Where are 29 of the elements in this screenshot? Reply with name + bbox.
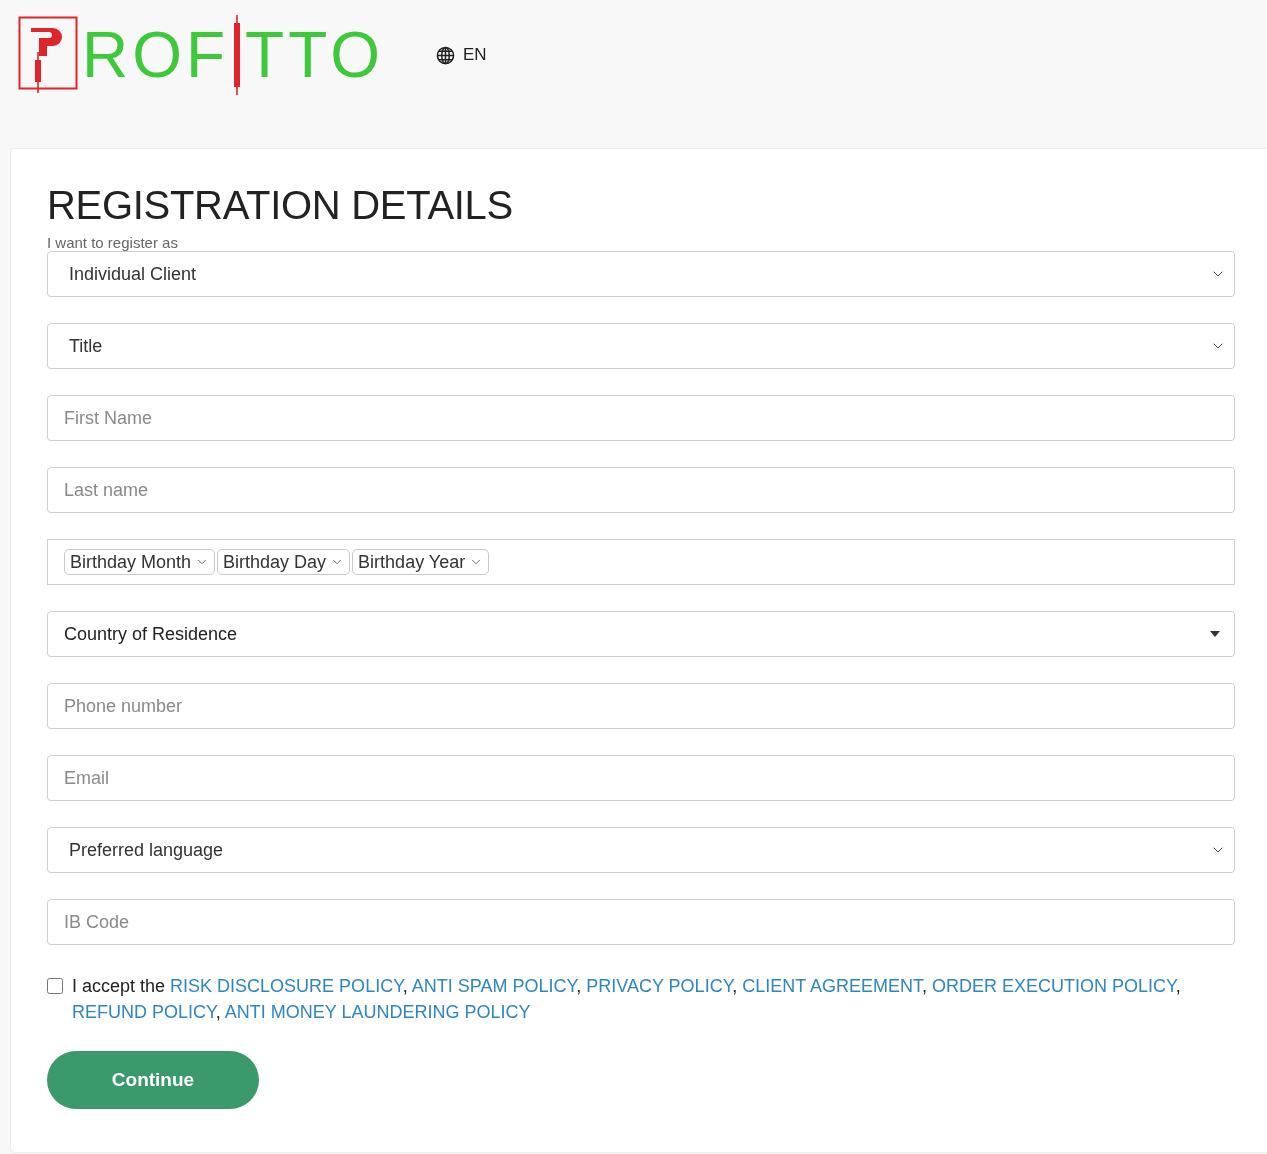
- input-field[interactable]: Phone number: [47, 683, 1235, 729]
- policy-link[interactable]: PRIVACY POLICY: [586, 976, 733, 996]
- input-field[interactable]: IB Code: [47, 899, 1235, 945]
- policy-link[interactable]: ORDER EXECUTION POLICY: [932, 976, 1176, 996]
- select-field[interactable]: Individual Client: [47, 251, 1235, 297]
- field-label: I want to register as: [47, 235, 179, 251]
- date-select[interactable]: Birthday Day: [217, 549, 351, 575]
- select-field[interactable]: Title: [47, 323, 1235, 369]
- logo-mark-icon: [18, 16, 78, 94]
- select-field[interactable]: Preferred language: [47, 827, 1235, 873]
- form-title: REGISTRATION DETAILS: [47, 183, 514, 227]
- consent-text: I accept the RISK DISCLOSURE POLICY, ANTI SPAM POLICY, PRIVACY POLICY, CLIENT AGREEMENT, ORDER EXECUTION POLICY, REFUND POLICY, ANTI MONEY LAUNDERING POLICY: [72, 975, 1182, 1024]
- accept-checkbox[interactable]: [47, 978, 63, 994]
- globe-icon: [435, 45, 455, 65]
- policy-link[interactable]: RISK DISCLOSURE POLICY: [170, 976, 403, 996]
- policy-link[interactable]: ANTI SPAM POLICY: [411, 976, 577, 996]
- date-select[interactable]: Birthday Year: [352, 549, 490, 575]
- language-selector[interactable]: EN: [435, 42, 487, 68]
- input-field[interactable]: Email: [47, 755, 1235, 801]
- policy-link[interactable]: ANTI MONEY LAUNDERING POLICY: [224, 1002, 531, 1022]
- policy-link[interactable]: CLIENT AGREEMENT: [742, 976, 923, 996]
- date-select[interactable]: Birthday Month: [64, 549, 216, 575]
- logo-text: ROF: [82, 23, 230, 87]
- select-field[interactable]: Country of Residence: [47, 611, 1235, 657]
- input-field[interactable]: First Name: [47, 395, 1235, 441]
- logo-text: TTO: [245, 23, 384, 87]
- caret-icon: [1210, 631, 1220, 637]
- policy-link[interactable]: REFUND POLICY: [72, 1002, 216, 1022]
- input-field[interactable]: Last name: [47, 467, 1235, 513]
